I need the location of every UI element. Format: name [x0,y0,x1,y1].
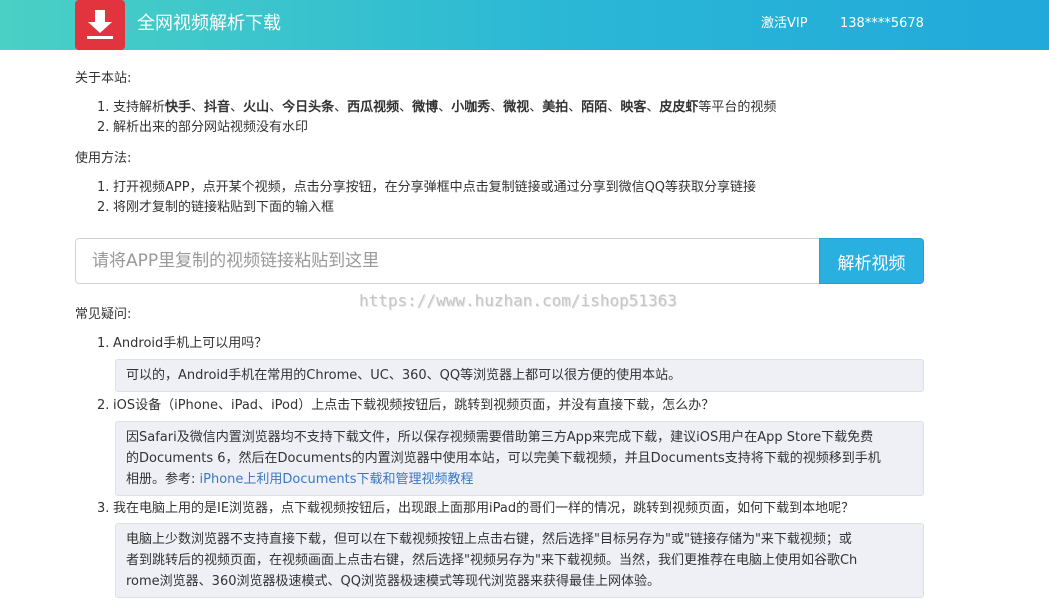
platform-separator: 、 [334,100,348,115]
platform-separator: 、 [438,100,452,115]
platform-name: 抖音 [204,100,231,115]
platform-name: 火山 [243,100,270,115]
faq-answer-3: 电脑上少数浏览器不支持直接下载，但可以在下载视频按钮上点击右键，然后选择"目标另… [115,523,924,598]
watermark-text: https://www.huzhan.com/ishop51363 [359,291,677,310]
platform-name: 微博 [412,100,439,115]
platform-name: 陌陌 [581,100,608,115]
faq-answer-1: 可以的，Android手机在常用的Chrome、UC、360、QQ等浏览器上都可… [115,359,924,392]
faq-question-1: 1. Android手机上可以用吗？ [97,336,268,351]
faq-question-3: 3. 我在电脑上用的是IE浏览器，点下载视频按钮后，出现跟上面那用iPad的哥们一… [97,501,855,516]
parse-video-button[interactable]: 解析视频 [819,238,924,284]
platform-name: 今日头条 [282,100,335,115]
site-title: 全网视频解析下载 [137,13,281,34]
platform-name: 映客 [620,100,647,115]
faq-question-2: 2. iOS设备（iPhone、iPad、iPod）上点击下载视频按钮后，跳转到视… [97,398,715,413]
platform-separator: 、 [529,100,543,115]
video-url-input[interactable] [75,238,820,284]
platform-separator: 、 [399,100,413,115]
platform-name: 快手 [165,100,192,115]
about-item-2: 2. 解析出来的部分网站视频没有水印 [97,120,309,135]
usage-list: 1. 打开视频APP，点开某个视频，点击分享按钮，在分享弹框中点击复制链接或通过分… [97,178,756,218]
faq-title: 常见疑问: [75,307,132,322]
platform-separator: 、 [191,100,205,115]
usage-item-1: 1. 打开视频APP，点开某个视频，点击分享按钮，在分享弹框中点击复制链接或通过分… [97,180,757,195]
user-phone[interactable]: 138****5678 [840,15,924,33]
about-item-1: 1. 支持解析快手、抖音、火山、今日头条、西瓜视频、微博、小咖秀、微视、美拍、陌陌… [97,100,777,115]
usage-title: 使用方法: [75,151,132,166]
platform-separator: 、 [490,100,504,115]
usage-item-2: 2. 将刚才复制的链接粘贴到下面的输入框 [97,200,335,215]
platform-separator: 、 [269,100,283,115]
faq-answer-2: 因Safari及微信内置浏览器均不支持下载文件，所以保存视频需要借助第三方App… [115,421,924,496]
platform-name: 西瓜视频 [347,100,400,115]
platform-separator: 、 [607,100,621,115]
site-logo[interactable] [75,0,125,50]
documents-tutorial-link[interactable]: iPhone上利用Documents下载和管理视频教程 [200,472,474,487]
platform-list: 快手、抖音、火山、今日头条、西瓜视频、微博、小咖秀、微视、美拍、陌陌、映客、皮皮… [165,100,698,115]
platform-name: 美拍 [542,100,569,115]
platform-separator: 、 [568,100,582,115]
activate-vip-link[interactable]: 激活VIP [761,15,808,33]
platform-name: 小咖秀 [451,100,491,115]
parse-form: 解析视频 [75,238,924,284]
platform-name: 微视 [503,100,530,115]
download-icon [87,10,113,39]
platform-name: 皮皮虾 [659,100,699,115]
platform-separator: 、 [646,100,660,115]
top-header: 全网视频解析下载 激活VIP 138****5678 [0,0,1049,50]
about-title: 关于本站: [75,71,132,86]
about-list: 1. 支持解析快手、抖音、火山、今日头条、西瓜视频、微博、小咖秀、微视、美拍、陌陌… [97,98,776,138]
platform-separator: 、 [230,100,244,115]
